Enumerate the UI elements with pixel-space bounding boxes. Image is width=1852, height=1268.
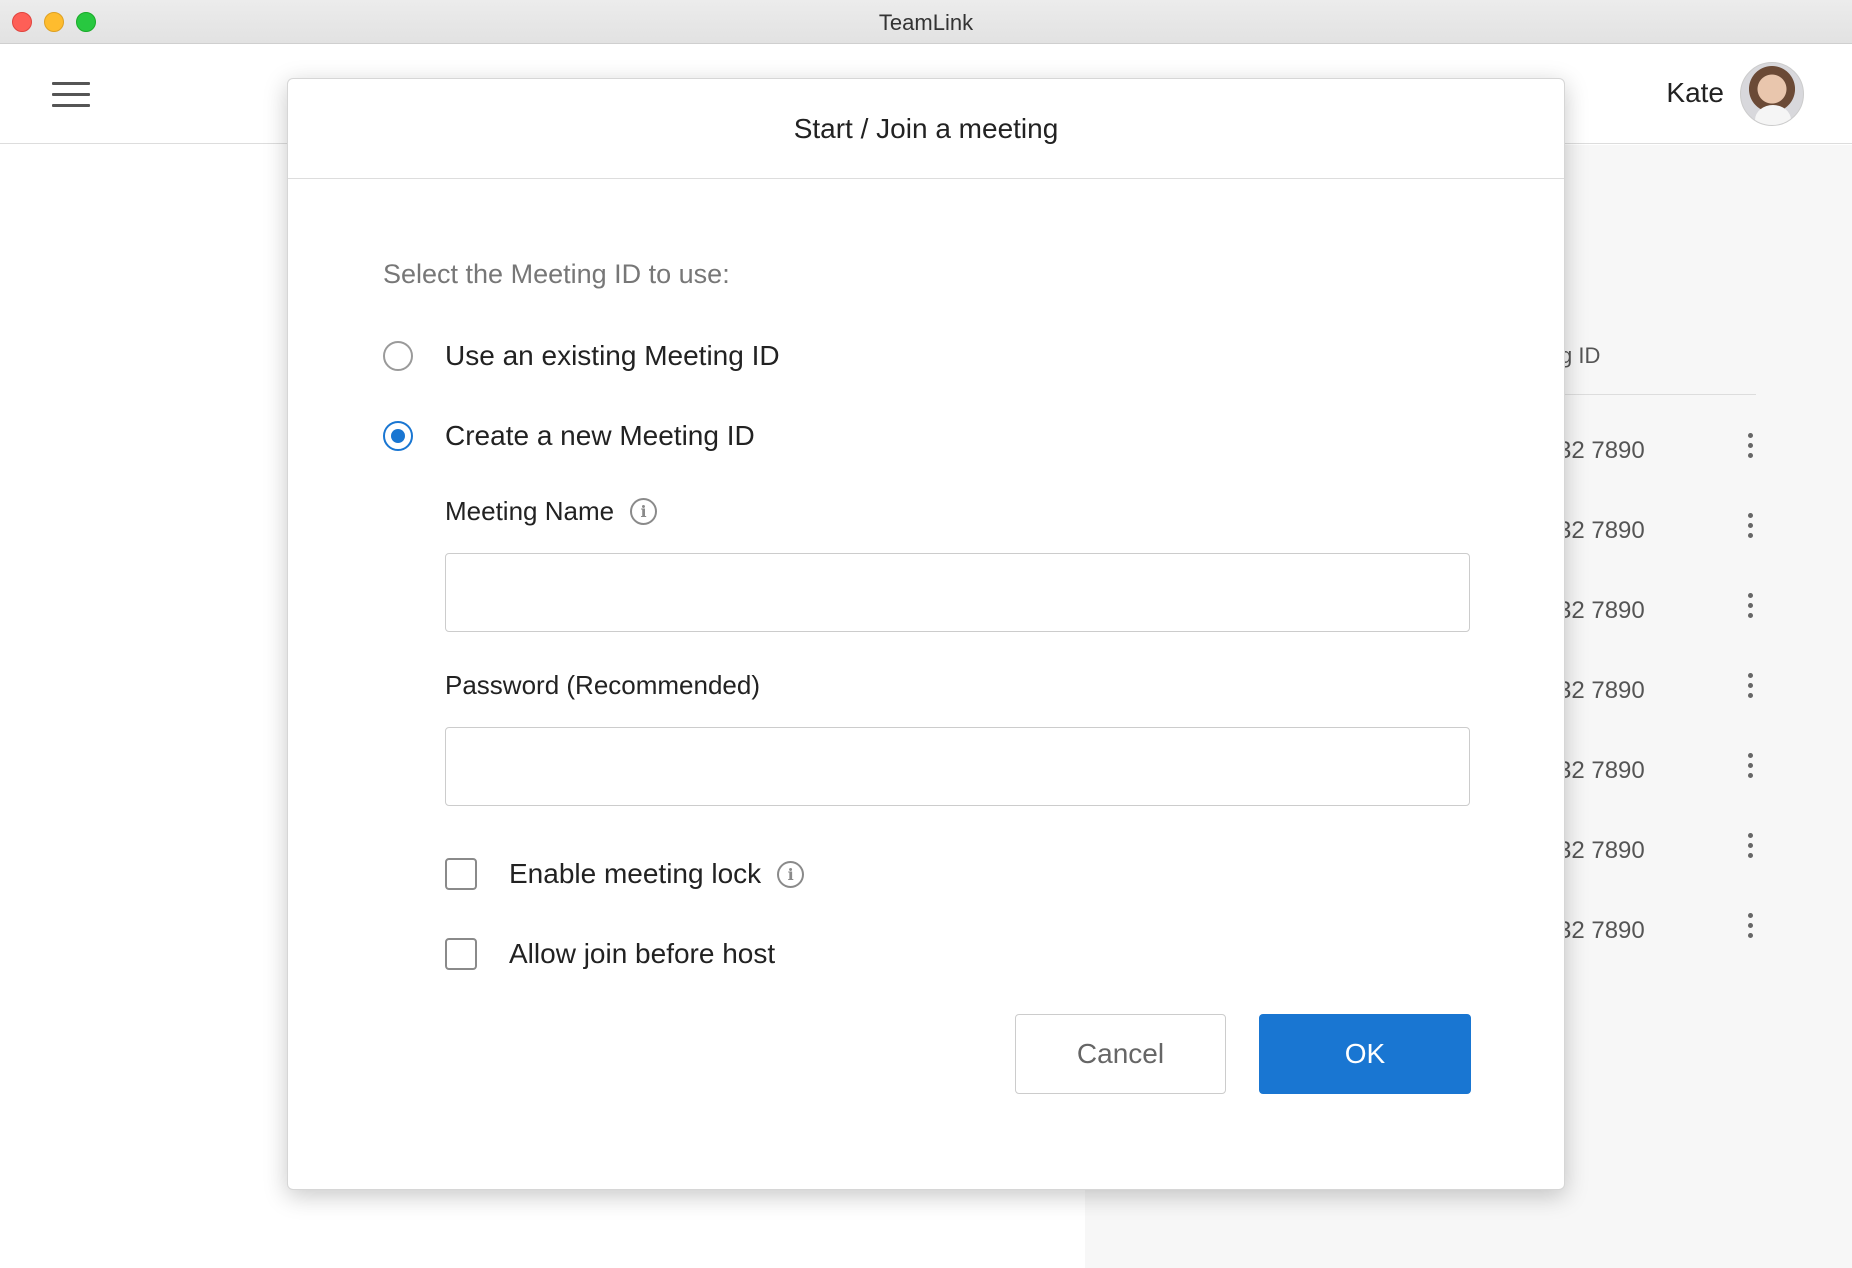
- start-join-meeting-dialog: Start / Join a meeting Select the Meetin…: [287, 78, 1565, 1190]
- allow-join-before-host-label[interactable]: Allow join before host: [509, 938, 775, 970]
- meeting-name-label: Meeting Name: [445, 496, 615, 526]
- more-options-icon[interactable]: [1746, 833, 1754, 865]
- app-window: TeamLink Kate g ID 32 7890 32 7890 32 78…: [0, 0, 1852, 1268]
- list-item[interactable]: 32 7890: [1540, 911, 1800, 951]
- window-title: TeamLink: [878, 10, 974, 35]
- list-item[interactable]: 32 7890: [1540, 511, 1800, 551]
- list-item[interactable]: 32 7890: [1540, 831, 1800, 871]
- more-options-icon[interactable]: [1746, 913, 1754, 945]
- more-options-icon[interactable]: [1746, 753, 1754, 785]
- user-name: Kate: [1666, 77, 1724, 108]
- meeting-name-label-row: Meeting Name i: [445, 496, 658, 527]
- info-icon[interactable]: i: [630, 498, 658, 525]
- list-item[interactable]: 32 7890: [1540, 671, 1800, 711]
- option-existing-meeting-id[interactable]: Use an existing Meeting ID: [383, 336, 780, 376]
- list-item[interactable]: 32 7890: [1540, 591, 1800, 631]
- meeting-id-value: 32 7890: [1558, 677, 1645, 704]
- password-input[interactable]: [445, 727, 1470, 806]
- list-item[interactable]: 32 7890: [1540, 431, 1800, 471]
- new-meeting-id-label[interactable]: Create a new Meeting ID: [445, 420, 755, 452]
- more-options-icon[interactable]: [1746, 593, 1754, 625]
- meeting-id-value: 32 7890: [1558, 597, 1645, 624]
- allow-join-before-host-checkbox[interactable]: [445, 938, 477, 970]
- dialog-title: Start / Join a meeting: [288, 79, 1564, 179]
- enable-meeting-lock-option[interactable]: Enable meeting lock i: [445, 854, 805, 894]
- list-divider: [1540, 394, 1756, 395]
- title-bar: TeamLink: [0, 0, 1852, 44]
- enable-meeting-lock-checkbox[interactable]: [445, 858, 477, 890]
- cancel-button[interactable]: Cancel: [1015, 1014, 1226, 1094]
- ok-button[interactable]: OK: [1259, 1014, 1471, 1094]
- password-label-row: Password (Recommended): [445, 670, 760, 701]
- info-icon[interactable]: i: [777, 860, 805, 888]
- new-meeting-id-radio[interactable]: [383, 421, 413, 451]
- password-label: Password (Recommended): [445, 670, 761, 700]
- meeting-id-value: 32 7890: [1558, 837, 1645, 864]
- meeting-id-value: 32 7890: [1558, 437, 1645, 464]
- enable-meeting-lock-label[interactable]: Enable meeting lock: [509, 858, 761, 890]
- more-options-icon[interactable]: [1746, 673, 1754, 705]
- meeting-id-value: 32 7890: [1558, 517, 1645, 544]
- meeting-id-column-header: g ID: [1560, 343, 1601, 368]
- meeting-id-value: 32 7890: [1558, 757, 1645, 784]
- meeting-id-value: 32 7890: [1558, 917, 1645, 944]
- option-new-meeting-id[interactable]: Create a new Meeting ID: [383, 416, 755, 456]
- meeting-id-prompt: Select the Meeting ID to use:: [383, 259, 730, 289]
- hamburger-menu-icon[interactable]: [52, 82, 90, 108]
- list-item[interactable]: 32 7890: [1540, 751, 1800, 791]
- existing-meeting-id-label[interactable]: Use an existing Meeting ID: [445, 340, 780, 372]
- existing-meeting-id-radio[interactable]: [383, 341, 413, 371]
- meeting-name-input[interactable]: [445, 553, 1470, 632]
- more-options-icon[interactable]: [1746, 513, 1754, 545]
- more-options-icon[interactable]: [1746, 433, 1754, 465]
- avatar[interactable]: [1740, 62, 1804, 126]
- allow-join-before-host-option[interactable]: Allow join before host: [445, 934, 775, 974]
